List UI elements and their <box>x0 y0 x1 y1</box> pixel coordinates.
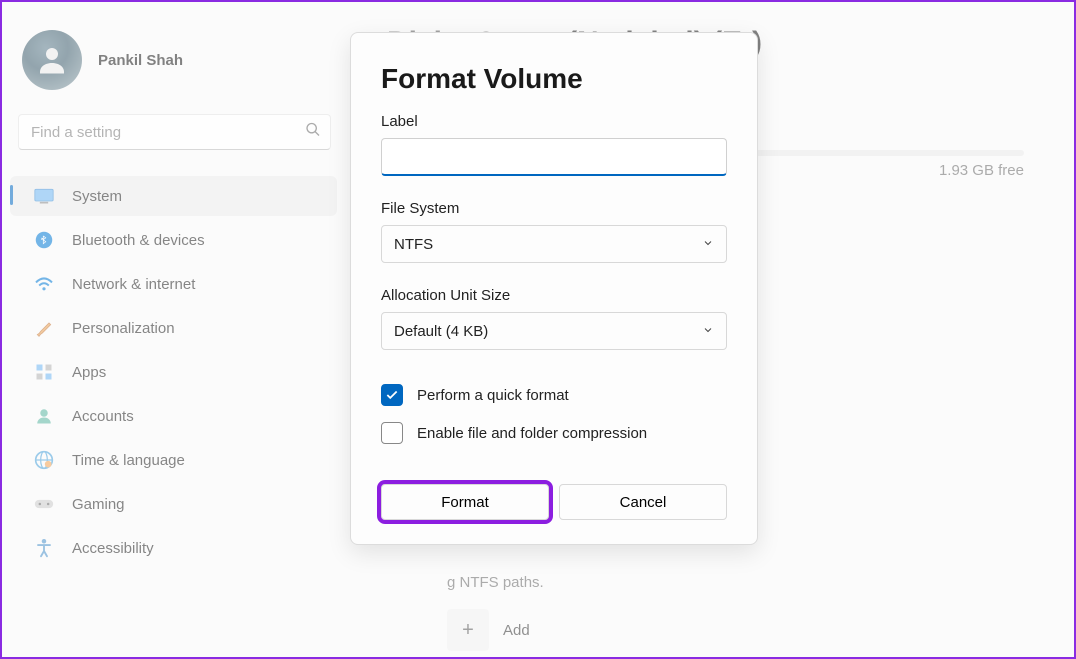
accessibility-icon <box>34 538 54 558</box>
sidebar-item-system[interactable]: System <box>10 176 337 216</box>
format-button[interactable]: Format <box>381 484 549 520</box>
settings-sidebar: Pankil Shah System Bluetooth & devices Net… <box>2 2 347 657</box>
checkbox-icon <box>381 384 403 406</box>
sidebar-item-apps[interactable]: Apps <box>10 352 337 392</box>
avatar <box>22 30 82 90</box>
chevron-down-icon <box>702 323 714 340</box>
sidebar-item-label: Bluetooth & devices <box>72 232 205 249</box>
compression-label: Enable file and folder compression <box>417 425 647 442</box>
profile-block[interactable]: Pankil Shah <box>2 26 347 114</box>
apps-icon <box>34 362 54 382</box>
label-input[interactable] <box>381 138 727 176</box>
sidebar-item-label: Personalization <box>72 320 175 337</box>
sidebar-item-time-language[interactable]: Time & language <box>10 440 337 480</box>
search-input[interactable] <box>18 114 331 150</box>
sidebar-item-personalization[interactable]: Personalization <box>10 308 337 348</box>
sidebar-item-network-internet[interactable]: Network & internet <box>10 264 337 304</box>
sidebar-item-label: Accessibility <box>72 540 154 557</box>
brush-icon <box>34 318 54 338</box>
sidebar-item-accounts[interactable]: Accounts <box>10 396 337 436</box>
sidebar-item-label: Network & internet <box>72 276 195 293</box>
label-field-label: Label <box>381 113 727 130</box>
profile-name: Pankil Shah <box>98 52 183 69</box>
dialog-title: Format Volume <box>381 63 727 95</box>
bluetooth-icon <box>34 230 54 250</box>
allocation-label: Allocation Unit Size <box>381 287 727 304</box>
add-label: Add <box>503 622 530 639</box>
wifi-icon <box>34 274 54 294</box>
cancel-button[interactable]: Cancel <box>559 484 727 520</box>
chevron-down-icon <box>702 236 714 253</box>
search-icon <box>305 122 321 143</box>
sidebar-item-label: Accounts <box>72 408 134 425</box>
filesystem-label: File System <box>381 200 727 217</box>
filesystem-value: NTFS <box>394 236 433 253</box>
filesystem-select[interactable]: NTFS <box>381 225 727 263</box>
format-volume-dialog: Format Volume Label File System NTFS All… <box>350 32 758 545</box>
gamepad-icon <box>34 494 54 514</box>
allocation-select[interactable]: Default (4 KB) <box>381 312 727 350</box>
checkbox-icon <box>381 422 403 444</box>
sidebar-item-label: Time & language <box>72 452 185 469</box>
sidebar-item-label: Gaming <box>72 496 125 513</box>
sidebar-item-gaming[interactable]: Gaming <box>10 484 337 524</box>
sidebar-item-bluetooth-devices[interactable]: Bluetooth & devices <box>10 220 337 260</box>
system-icon <box>34 186 54 206</box>
person-icon <box>34 406 54 426</box>
plus-icon: + <box>447 609 489 651</box>
quick-format-checkbox[interactable]: Perform a quick format <box>381 384 727 406</box>
sidebar-item-label: Apps <box>72 364 106 381</box>
sidebar-item-label: System <box>72 188 122 205</box>
sidebar-item-accessibility[interactable]: Accessibility <box>10 528 337 568</box>
quick-format-label: Perform a quick format <box>417 387 569 404</box>
globe-icon <box>34 450 54 470</box>
add-path-button[interactable]: + Add <box>447 609 1034 651</box>
bg-hint-ntfs: g NTFS paths. <box>447 574 1034 591</box>
allocation-value: Default (4 KB) <box>394 323 488 340</box>
compression-checkbox[interactable]: Enable file and folder compression <box>381 422 727 444</box>
